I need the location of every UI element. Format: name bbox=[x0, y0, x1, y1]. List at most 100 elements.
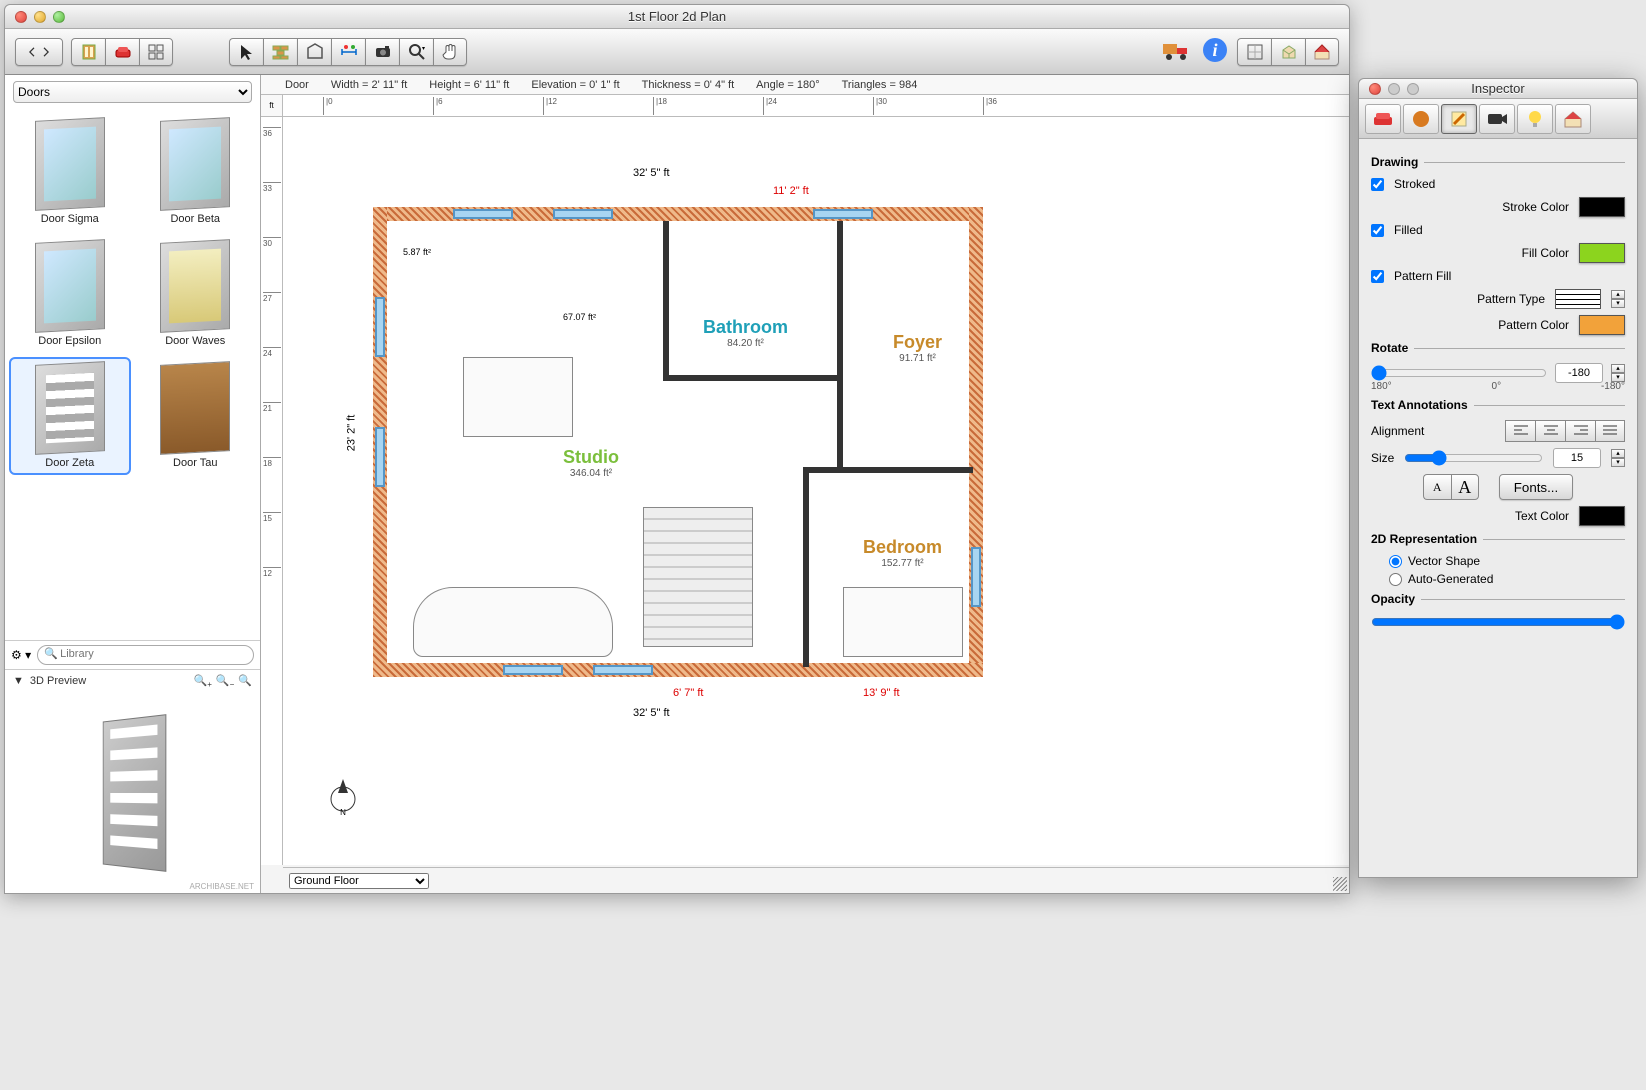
furniture-stairs[interactable] bbox=[643, 507, 753, 647]
align-right-button[interactable] bbox=[1565, 420, 1595, 442]
tool-selection[interactable] bbox=[229, 38, 263, 66]
tool-camera[interactable] bbox=[365, 38, 399, 66]
gear-icon[interactable]: ⚙ ▾ bbox=[11, 648, 31, 662]
vector-shape-radio[interactable] bbox=[1389, 555, 1402, 568]
stroke-color-swatch[interactable] bbox=[1579, 197, 1625, 217]
window[interactable] bbox=[593, 665, 653, 675]
drawing-viewport[interactable]: Studio346.04 ft² Bathroom84.20 ft² Foyer… bbox=[283, 117, 1349, 865]
interior-wall[interactable] bbox=[803, 467, 973, 473]
preview-door-model bbox=[102, 714, 166, 872]
floor-selector[interactable]: Ground Floor bbox=[289, 873, 429, 889]
inspector-tab-cameras[interactable] bbox=[1479, 104, 1515, 134]
window[interactable] bbox=[813, 209, 873, 219]
inspector-minimize-button[interactable] bbox=[1388, 83, 1400, 95]
rotate-slider[interactable] bbox=[1371, 365, 1547, 381]
library-search-input[interactable] bbox=[60, 648, 245, 660]
opacity-slider[interactable] bbox=[1371, 614, 1625, 630]
furniture-table[interactable] bbox=[463, 357, 573, 437]
tool-zoom[interactable]: ▾ bbox=[399, 38, 433, 66]
library-item[interactable]: Door Epsilon bbox=[9, 235, 131, 353]
window[interactable] bbox=[553, 209, 613, 219]
nav-arrows-button[interactable] bbox=[15, 38, 63, 66]
zoom-window-button[interactable] bbox=[53, 11, 65, 23]
pattern-fill-checkbox[interactable] bbox=[1371, 270, 1384, 283]
library-furniture-button[interactable] bbox=[105, 38, 139, 66]
inspector-tab-building[interactable] bbox=[1555, 104, 1591, 134]
library-item[interactable]: Door Waves bbox=[135, 235, 257, 353]
library-item[interactable]: Door Beta bbox=[135, 113, 257, 231]
inspector-zoom-button[interactable] bbox=[1407, 83, 1419, 95]
stroked-checkbox[interactable] bbox=[1371, 178, 1384, 191]
text-color-swatch[interactable] bbox=[1579, 506, 1625, 526]
tool-dimension[interactable] bbox=[331, 38, 365, 66]
inspector-tab-lights[interactable] bbox=[1517, 104, 1553, 134]
status-object: Door bbox=[285, 79, 309, 91]
pattern-type-stepper[interactable]: ▴▾ bbox=[1611, 290, 1625, 308]
font-large-button[interactable]: A bbox=[1451, 474, 1479, 500]
inspector-tab-drawing[interactable] bbox=[1441, 104, 1477, 134]
inspector-close-button[interactable] bbox=[1369, 83, 1381, 95]
furniture-bed[interactable] bbox=[843, 587, 963, 657]
filled-checkbox[interactable] bbox=[1371, 224, 1384, 237]
window[interactable] bbox=[375, 427, 385, 487]
library-category-select[interactable]: Doors bbox=[13, 81, 252, 103]
library-sidebar: Doors Door Sigma Door Beta Door Epsilon … bbox=[5, 75, 261, 893]
library-item[interactable]: Door Tau bbox=[135, 357, 257, 475]
align-center-button[interactable] bbox=[1535, 420, 1565, 442]
pattern-color-swatch[interactable] bbox=[1579, 315, 1625, 335]
pattern-type-swatch[interactable] bbox=[1555, 289, 1601, 309]
auto-generated-radio[interactable] bbox=[1389, 573, 1402, 586]
info-icon[interactable]: i bbox=[1201, 36, 1229, 67]
window[interactable] bbox=[453, 209, 513, 219]
stroke-color-label: Stroke Color bbox=[1371, 200, 1569, 214]
rotate-min-label: 180° bbox=[1371, 381, 1392, 392]
wall[interactable] bbox=[373, 663, 983, 677]
view-3d-button[interactable] bbox=[1271, 38, 1305, 66]
svg-text:N: N bbox=[340, 808, 346, 815]
furniture-sofa[interactable] bbox=[413, 587, 613, 657]
inspector-tab-materials[interactable] bbox=[1403, 104, 1439, 134]
tool-wall[interactable] bbox=[263, 38, 297, 66]
size-value[interactable] bbox=[1553, 448, 1601, 468]
tool-room[interactable] bbox=[297, 38, 331, 66]
align-left-button[interactable] bbox=[1505, 420, 1535, 442]
window-resize-handle[interactable] bbox=[1333, 877, 1347, 891]
view-home-button[interactable] bbox=[1305, 38, 1339, 66]
interior-wall[interactable] bbox=[663, 375, 843, 381]
font-small-button[interactable]: A bbox=[1423, 474, 1451, 500]
svg-text:▾: ▾ bbox=[422, 46, 425, 52]
inspector-body: Drawing Stroked Stroke Color Filled Fill… bbox=[1359, 139, 1637, 877]
tool-pan[interactable] bbox=[433, 38, 467, 66]
library-doors-button[interactable] bbox=[71, 38, 105, 66]
view-2d-button[interactable] bbox=[1237, 38, 1271, 66]
inspector-tabs bbox=[1359, 99, 1637, 139]
align-justify-button[interactable] bbox=[1595, 420, 1625, 442]
close-window-button[interactable] bbox=[15, 11, 27, 23]
rotate-stepper[interactable]: ▴▾ bbox=[1611, 364, 1625, 382]
interior-wall[interactable] bbox=[663, 221, 669, 381]
size-slider[interactable] bbox=[1404, 450, 1543, 466]
library-item[interactable]: Door Sigma bbox=[9, 113, 131, 231]
rotate-value[interactable] bbox=[1555, 363, 1603, 383]
library-item[interactable]: Door Zeta bbox=[9, 357, 131, 475]
fill-color-swatch[interactable] bbox=[1579, 243, 1625, 263]
size-label: Size bbox=[1371, 451, 1394, 465]
zoom-out-icon[interactable]: 🔍− bbox=[216, 674, 234, 689]
preview-3d-viewport[interactable]: ARCHIBASE.NET bbox=[5, 693, 260, 893]
interior-wall[interactable] bbox=[837, 221, 843, 471]
fonts-button[interactable]: Fonts... bbox=[1499, 474, 1573, 500]
inspector-tab-furniture[interactable] bbox=[1365, 104, 1401, 134]
window[interactable] bbox=[971, 547, 981, 607]
disclosure-triangle-icon[interactable]: ▼ bbox=[13, 675, 24, 687]
interior-wall[interactable] bbox=[803, 467, 809, 667]
library-misc-button[interactable] bbox=[139, 38, 173, 66]
zoom-fit-icon[interactable]: 🔍 bbox=[238, 674, 252, 689]
window[interactable] bbox=[375, 297, 385, 357]
zoom-in-icon[interactable]: 🔍+ bbox=[194, 674, 212, 689]
window[interactable] bbox=[503, 665, 563, 675]
minimize-window-button[interactable] bbox=[34, 11, 46, 23]
dimension: 13' 9" ft bbox=[863, 687, 900, 699]
library-search[interactable] bbox=[37, 645, 254, 665]
truck-icon[interactable] bbox=[1161, 36, 1193, 67]
size-stepper[interactable]: ▴▾ bbox=[1611, 449, 1625, 467]
